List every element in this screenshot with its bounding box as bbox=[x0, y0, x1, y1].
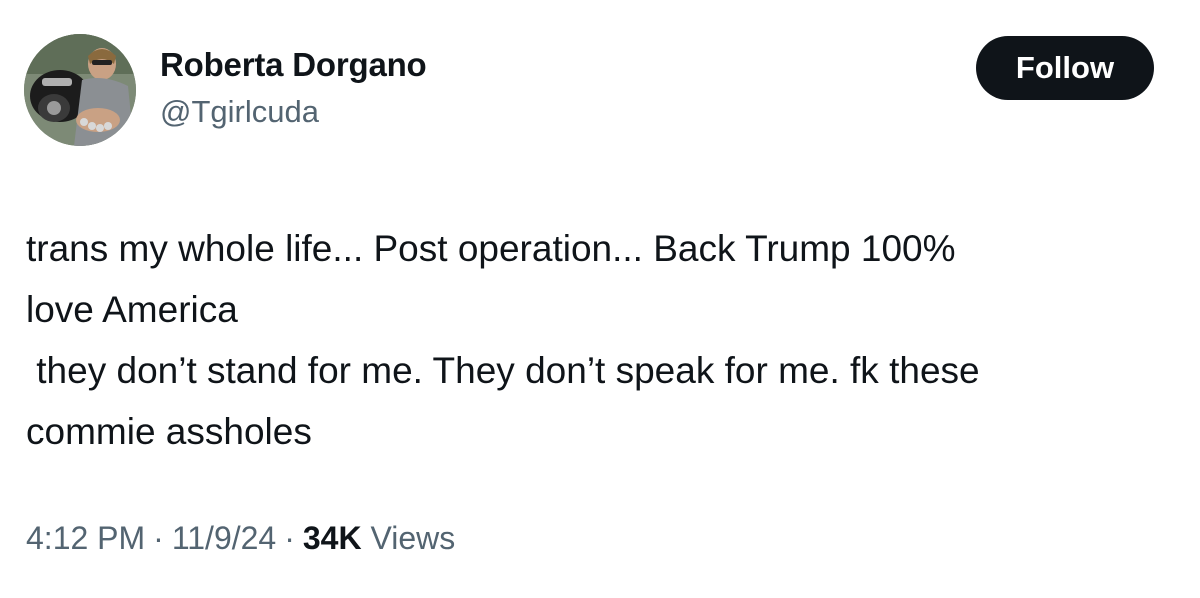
follow-button[interactable]: Follow bbox=[976, 36, 1154, 100]
views-count: 34K bbox=[302, 520, 362, 556]
tweet-text: trans my whole life... Post operation...… bbox=[26, 218, 1186, 462]
author-handle[interactable]: @Tgirlcuda bbox=[160, 94, 319, 130]
tweet-text-line: trans my whole life... Post operation...… bbox=[26, 228, 956, 269]
avatar-photo-icon bbox=[24, 34, 136, 146]
tweet-meta: 4:12 PM · 11/9/24 · 34K Views bbox=[26, 520, 455, 557]
tweet-text-line: they don’t stand for me. They don’t spea… bbox=[26, 350, 980, 391]
views-label: Views bbox=[370, 520, 456, 556]
tweet-time[interactable]: 4:12 PM bbox=[26, 520, 145, 556]
meta-separator: · bbox=[153, 520, 164, 556]
meta-separator: · bbox=[284, 520, 295, 556]
avatar[interactable] bbox=[24, 34, 136, 146]
tweet-card: Roberta Dorgano @Tgirlcuda Follow trans … bbox=[0, 0, 1200, 598]
author-name[interactable]: Roberta Dorgano bbox=[160, 46, 427, 84]
tweet-text-line: commie assholes bbox=[26, 411, 312, 452]
tweet-text-line: love America bbox=[26, 289, 238, 330]
tweet-date[interactable]: 11/9/24 bbox=[172, 520, 276, 556]
